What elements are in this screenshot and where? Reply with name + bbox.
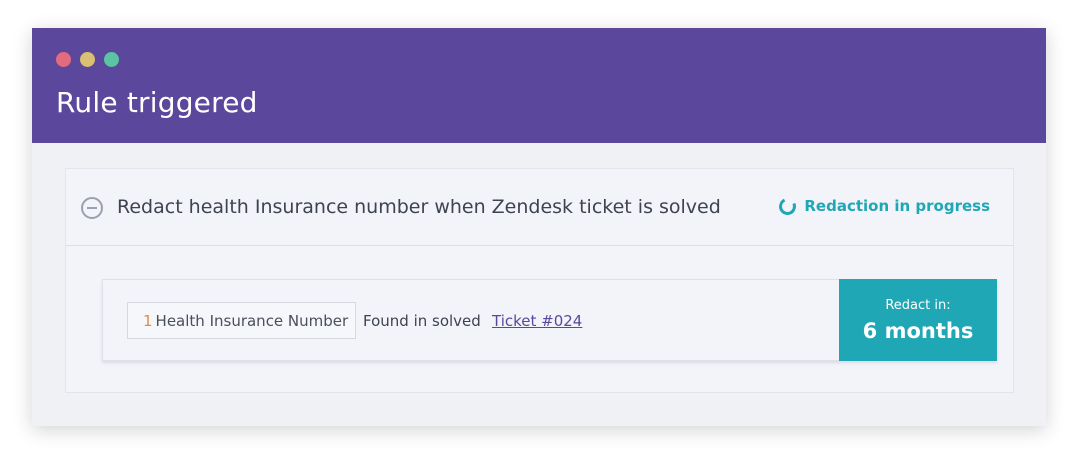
- rule-header[interactable]: Redact health Insurance number when Zend…: [66, 169, 1013, 246]
- maximize-dot[interactable]: [104, 52, 119, 67]
- spinner-icon: [776, 195, 799, 217]
- redact-countdown: Redact in: 6 months: [839, 279, 997, 361]
- minimize-dot[interactable]: [80, 52, 95, 67]
- window-title: Rule triggered: [56, 86, 258, 119]
- finding-count: 1: [143, 311, 153, 330]
- app-window: Rule triggered Redact health Insurance n…: [32, 28, 1046, 426]
- rule-card: Redact health Insurance number when Zend…: [65, 168, 1014, 393]
- data-type-tag: 1 Health Insurance Number: [127, 302, 357, 339]
- minus-circle-icon[interactable]: [81, 197, 103, 219]
- data-type-label: Health Insurance Number: [155, 311, 349, 330]
- rule-title: Redact health Insurance number when Zend…: [117, 196, 721, 218]
- title-bar: Rule triggered: [32, 28, 1046, 143]
- finding-row: 1 Health Insurance Number Found in solve…: [102, 279, 997, 361]
- redact-label: Redact in:: [885, 297, 951, 313]
- redact-value: 6 months: [862, 318, 974, 343]
- redaction-status: Redaction in progress: [776, 195, 990, 217]
- ticket-link[interactable]: Ticket #024: [492, 312, 582, 330]
- window-controls: [56, 52, 119, 67]
- close-dot[interactable]: [56, 52, 71, 67]
- found-in-text: Found in solved: [363, 312, 481, 330]
- status-label: Redaction in progress: [804, 197, 990, 215]
